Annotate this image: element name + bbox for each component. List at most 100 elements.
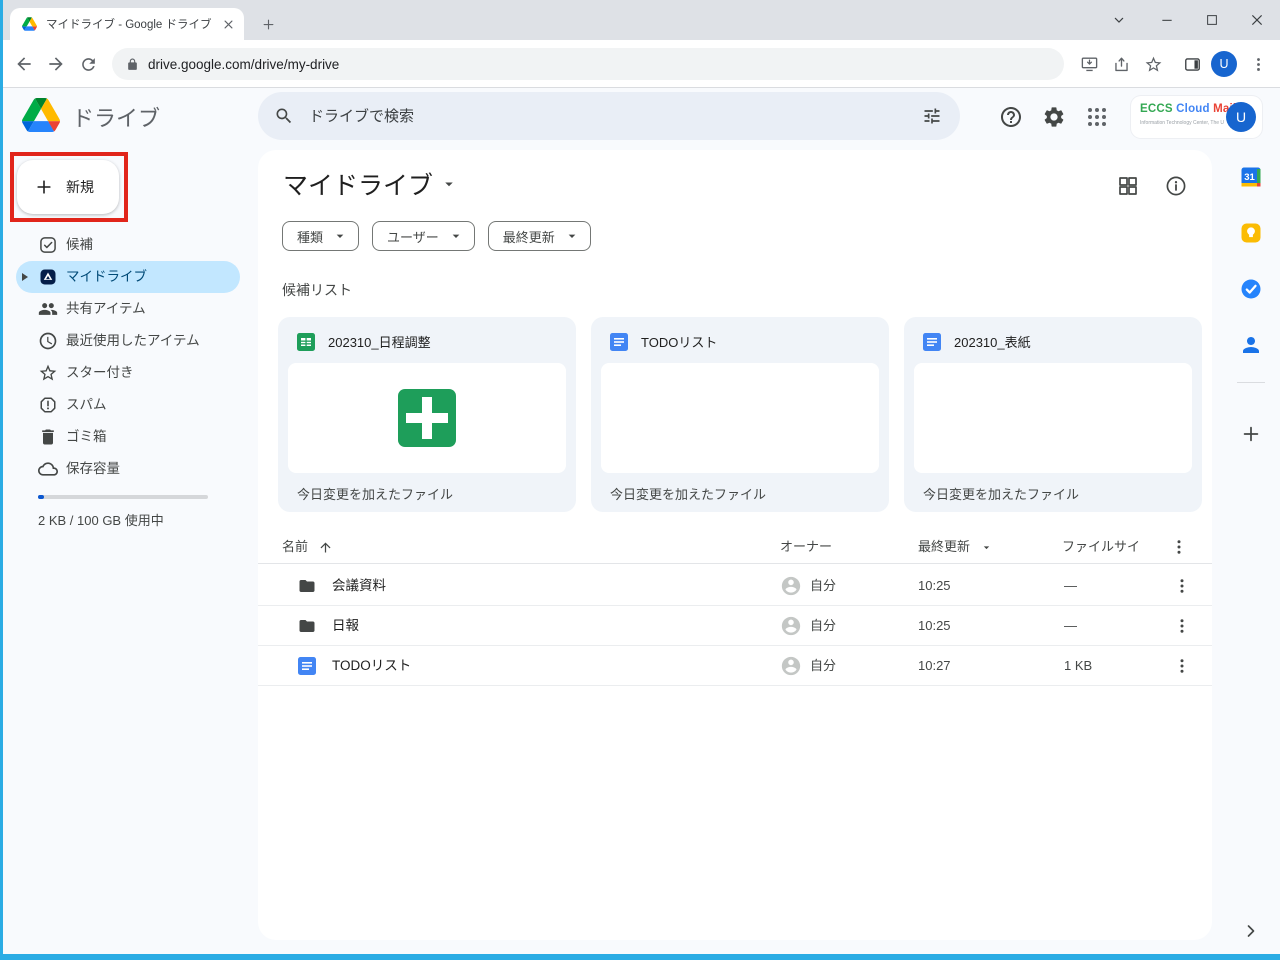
table-row-todo-list[interactable]: TODOリスト 自分 10:27 1 KB [258,646,1212,686]
caret-down-icon [564,228,580,244]
main-content: マイドライブ 種類 ユーザー 最終更新 候補リスト [258,150,1212,940]
window-minimize-button[interactable] [1155,8,1179,32]
help-icon[interactable] [999,105,1023,129]
forward-button[interactable] [44,52,68,76]
browser-titlebar: マイドライブ - Google ドライブ [0,0,1280,40]
page-title-dropdown[interactable]: マイドライブ [283,166,458,202]
shared-people-icon [38,299,58,319]
tasks-icon[interactable] [1239,277,1263,301]
filter-chip-modified[interactable]: 最終更新 [488,221,591,251]
folder-icon [298,617,316,635]
browser-menu-kebab-icon[interactable] [1246,52,1270,76]
install-icon[interactable] [1077,52,1101,76]
rail-divider [1237,382,1265,383]
new-button[interactable]: 新規 [17,160,119,214]
table-row-daily-report[interactable]: 日報 自分 10:25 — [258,606,1212,646]
url-bar[interactable]: drive.google.com/drive/my-drive [112,48,1064,80]
search-options-tune-icon[interactable] [922,106,942,126]
storage-progress-bar [38,495,208,499]
tab-title: マイドライブ - Google ドライブ [46,16,221,32]
column-settings-kebab-icon[interactable] [1170,538,1188,556]
browser-profile-avatar[interactable]: U [1211,51,1237,77]
row-menu-kebab-icon[interactable] [1173,577,1191,595]
file-table-header: 名前 オーナー 最終更新 ファイルサイ [258,530,1212,564]
contacts-icon[interactable] [1239,333,1263,357]
column-header-size[interactable]: ファイルサイ [1062,530,1140,564]
cloud-icon [38,459,58,479]
row-menu-kebab-icon[interactable] [1173,657,1191,675]
owner-avatar-icon [780,575,802,597]
sidebar-item-my-drive[interactable]: マイドライブ [16,261,240,293]
add-addon-plus-icon[interactable] [1240,423,1262,445]
expander-arrow-icon[interactable] [22,273,28,281]
share-icon[interactable] [1109,52,1133,76]
drive-favicon-icon [22,17,37,31]
storage-usage-text: 2 KB / 100 GB 使用中 [38,510,164,529]
owner-avatar-icon [780,615,802,637]
sidebar-item-recent[interactable]: 最近使用したアイテム [16,325,240,357]
calendar-icon[interactable]: 31 [1239,165,1263,189]
search-bar[interactable] [258,92,960,140]
capture-border-left [0,0,3,960]
drive-brand: ドライブ [72,101,160,133]
suggestion-card-todo[interactable]: TODOリスト 今日変更を加えたファイル [591,317,889,512]
tab-search-chevron-icon[interactable] [1107,8,1131,32]
reload-button[interactable] [76,52,100,76]
back-button[interactable] [12,52,36,76]
table-row-meeting-docs[interactable]: 会議資料 自分 10:25 — [258,566,1212,606]
window-close-button[interactable] [1245,8,1269,32]
side-panel-icon[interactable] [1180,52,1204,76]
sidebar-item-shared[interactable]: 共有アイテム [16,293,240,325]
account-avatar[interactable]: U [1226,102,1256,132]
grid-view-toggle-icon[interactable] [1116,174,1140,198]
document-icon [923,333,941,351]
bookmark-star-icon[interactable] [1141,52,1165,76]
column-header-owner[interactable]: オーナー [780,530,832,564]
filter-chip-type[interactable]: 種類 [282,221,359,251]
sort-ascending-icon [318,540,333,555]
suggestion-card-cover[interactable]: 202310_表紙 今日変更を加えたファイル [904,317,1202,512]
expand-panel-chevron-right-icon[interactable] [1241,921,1261,941]
keep-icon[interactable] [1239,221,1263,245]
filter-chips: 種類 ユーザー 最終更新 [282,221,591,251]
my-drive-icon [38,267,58,287]
sidebar-item-trash[interactable]: ゴミ箱 [16,421,240,453]
capture-border-bottom [0,954,1280,960]
screen: マイドライブ - Google ドライブ drive.google.com/dr… [0,0,1280,960]
search-input[interactable] [307,107,922,126]
drive-logo-icon [22,98,60,132]
caret-down-icon [448,228,464,244]
spam-icon [38,395,58,415]
svg-text:31: 31 [1244,172,1255,183]
new-button-label: 新規 [66,177,94,197]
google-apps-grid-icon[interactable] [1085,105,1109,129]
suggestion-card-spreadsheet[interactable]: 202310_日程調整 今日変更を加えたファイル [278,317,576,512]
account-badge[interactable]: ECCS Cloud Mail Information Technology C… [1131,96,1262,138]
sidebar-item-starred[interactable]: スター付き [16,357,240,389]
column-header-name[interactable]: 名前 [282,530,333,564]
filter-chip-user[interactable]: ユーザー [372,221,475,251]
recent-clock-icon [38,331,58,351]
storage-progress-fill [38,495,44,499]
sidebar-item-suggestions[interactable]: 候補 [16,229,240,261]
settings-gear-icon[interactable] [1042,105,1066,129]
plus-icon [34,177,54,197]
sidebar-item-storage[interactable]: 保存容量 [16,453,240,485]
row-menu-kebab-icon[interactable] [1173,617,1191,635]
browser-tab[interactable]: マイドライブ - Google ドライブ [10,8,244,40]
window-maximize-button[interactable] [1200,8,1224,32]
suggestion-cards: 202310_日程調整 今日変更を加えたファイル TODOリスト 今日変更を加え… [278,317,1202,512]
new-tab-button[interactable] [256,12,280,36]
column-header-modified[interactable]: 最終更新 [918,530,993,564]
sidebar-item-spam[interactable]: スパム [16,389,240,421]
tab-close-icon[interactable] [221,17,236,32]
folder-icon [298,577,316,595]
suggestions-heading: 候補リスト [282,280,352,300]
account-badge-title: ECCS Cloud Mail [1140,103,1236,115]
file-thumbnail [914,363,1192,473]
info-icon[interactable] [1164,174,1188,198]
search-icon [274,106,294,126]
drive-app: ドライブ ECCS Cloud Mail Information Technol… [0,88,1280,960]
suggestions-check-icon [38,235,58,255]
file-thumbnail [601,363,879,473]
